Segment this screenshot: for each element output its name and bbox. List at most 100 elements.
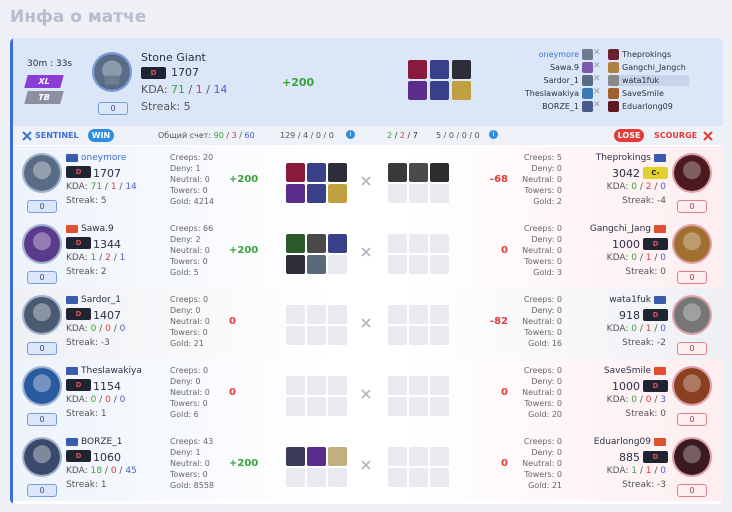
tier-badge: D <box>643 238 668 250</box>
hero-portrait[interactable] <box>22 153 62 193</box>
player-kda: KDA: 0 / 2 / 0 <box>606 182 666 192</box>
player-gold: 1707 <box>93 167 121 180</box>
item-icon[interactable] <box>307 255 326 274</box>
player-name: Theprokings <box>622 50 672 59</box>
hero-portrait[interactable] <box>672 224 712 264</box>
empty-item-slot <box>388 234 407 253</box>
empty-item-slot <box>307 305 326 324</box>
player-streak: Streak: 1 <box>66 409 107 419</box>
hero-mini-icon <box>608 49 619 60</box>
header-scourge-player[interactable]: Eduarlong09 <box>608 101 673 112</box>
info-icon[interactable]: i <box>489 130 498 139</box>
empty-item-slot <box>307 397 326 416</box>
item-icon[interactable] <box>328 234 347 253</box>
item-icon[interactable] <box>307 184 326 203</box>
empty-item-slot <box>388 468 407 487</box>
empty-item-slot <box>286 376 305 395</box>
item-icon[interactable] <box>307 447 326 466</box>
empty-item-slot <box>388 184 407 203</box>
farm-stats: Creeps: 0 Deny: 0 Neutral: 0 Towers: 0 G… <box>522 224 562 277</box>
header-scourge-player[interactable]: Gangchi_Jangch <box>608 62 686 73</box>
item-icon[interactable] <box>409 163 428 182</box>
item-icon[interactable] <box>430 60 449 79</box>
item-icon[interactable] <box>328 163 347 182</box>
player-name[interactable]: BORZE_1 <box>66 437 122 447</box>
item-icon[interactable] <box>307 234 326 253</box>
item-icon[interactable] <box>286 447 305 466</box>
player-name[interactable]: Sawa.9 <box>66 224 114 234</box>
player-kda: KDA: 1 / 2 / 1 <box>66 253 126 263</box>
farm-stats: Creeps: 0 Deny: 0 Neutral: 0 Towers: 0 G… <box>522 366 562 419</box>
player-kda: KDA: 1 / 1 / 0 <box>606 466 666 476</box>
header-sentinel-player[interactable]: Sardor_1 <box>544 75 593 86</box>
item-icon[interactable] <box>452 60 471 79</box>
info-icon[interactable]: i <box>346 130 355 139</box>
player-name[interactable]: SaveSmile <box>604 366 666 376</box>
player-name: wata1fuk <box>622 76 660 85</box>
player-name[interactable]: Theslawakiya <box>66 366 142 376</box>
player-gold: 1407 <box>93 309 121 322</box>
header-sentinel-player[interactable]: BORZE_1 <box>542 101 593 112</box>
header-sentinel-player[interactable]: Sawa.9 <box>550 62 593 73</box>
item-icon[interactable] <box>286 184 305 203</box>
player-kda: KDA: 0 / 0 / 0 <box>66 324 126 334</box>
hero-portrait <box>92 52 132 92</box>
player-name[interactable]: Theprokings <box>596 153 666 163</box>
flag-icon <box>654 438 666 446</box>
hero-mini-icon <box>608 62 619 73</box>
empty-item-slot <box>430 305 449 324</box>
flag-icon <box>654 225 666 233</box>
item-icon[interactable] <box>307 163 326 182</box>
header-sentinel-player[interactable]: Theslawakiya <box>525 88 593 99</box>
tier-badge: D <box>66 237 91 249</box>
header-sentinel-player[interactable]: oneymore <box>539 49 593 60</box>
gold-delta: +200 <box>282 76 315 89</box>
empty-item-slot <box>409 184 428 203</box>
item-icon[interactable] <box>430 163 449 182</box>
header-scourge-player[interactable]: wata1fuk <box>608 75 690 86</box>
player-gold: 1060 <box>93 451 121 464</box>
player-kda: KDA: 0 / 1 / 0 <box>606 253 666 263</box>
player-name[interactable]: oneymore <box>66 153 126 163</box>
player-name[interactable]: Sardor_1 <box>66 295 121 305</box>
hero-portrait[interactable] <box>672 153 712 193</box>
swords-icon <box>22 131 32 141</box>
farm-stats: Creeps: 0 Deny: 0 Neutral: 0 Towers: 0 G… <box>170 366 210 419</box>
hero-portrait[interactable] <box>672 437 712 477</box>
hero-portrait[interactable] <box>22 224 62 264</box>
farm-stats: Creeps: 0 Deny: 0 Neutral: 0 Towers: 0 G… <box>170 295 210 348</box>
header-scourge-player[interactable]: SaveSmile <box>608 88 664 99</box>
item-icon[interactable] <box>452 81 471 100</box>
item-icon[interactable] <box>286 234 305 253</box>
hero-portrait[interactable] <box>672 295 712 335</box>
item-icon[interactable] <box>328 447 347 466</box>
gold-delta: -68 <box>489 174 508 185</box>
flag-icon <box>66 154 78 162</box>
item-icon[interactable] <box>286 163 305 182</box>
player-name[interactable]: Gangchi_Jang <box>590 224 666 234</box>
hero-portrait[interactable] <box>22 437 62 477</box>
versus-icon <box>361 247 371 257</box>
item-icon[interactable] <box>388 163 407 182</box>
empty-item-slot <box>286 397 305 416</box>
player-name[interactable]: Eduarlong09 <box>594 437 666 447</box>
empty-item-slot <box>328 305 347 324</box>
item-icon[interactable] <box>408 81 427 100</box>
player-name: SaveSmile <box>622 89 664 98</box>
item-icon[interactable] <box>328 184 347 203</box>
item-icon[interactable] <box>286 255 305 274</box>
item-icon[interactable] <box>408 60 427 79</box>
header-scourge-player[interactable]: Theprokings <box>608 49 671 60</box>
empty-item-slot <box>307 326 326 345</box>
player-name[interactable]: wata1fuk <box>609 295 666 305</box>
empty-item-slot <box>328 397 347 416</box>
hero-portrait[interactable] <box>22 366 62 406</box>
farm-stats: Creeps: 0 Deny: 0 Neutral: 0 Towers: 0 G… <box>522 437 562 490</box>
team-sentinel-label: SENTINEL <box>35 131 79 140</box>
hero-portrait[interactable] <box>672 366 712 406</box>
player-gold: 1000 <box>612 380 640 393</box>
player-gold: 885 <box>619 451 640 464</box>
empty-item-slot <box>388 397 407 416</box>
hero-portrait[interactable] <box>22 295 62 335</box>
item-icon[interactable] <box>430 81 449 100</box>
